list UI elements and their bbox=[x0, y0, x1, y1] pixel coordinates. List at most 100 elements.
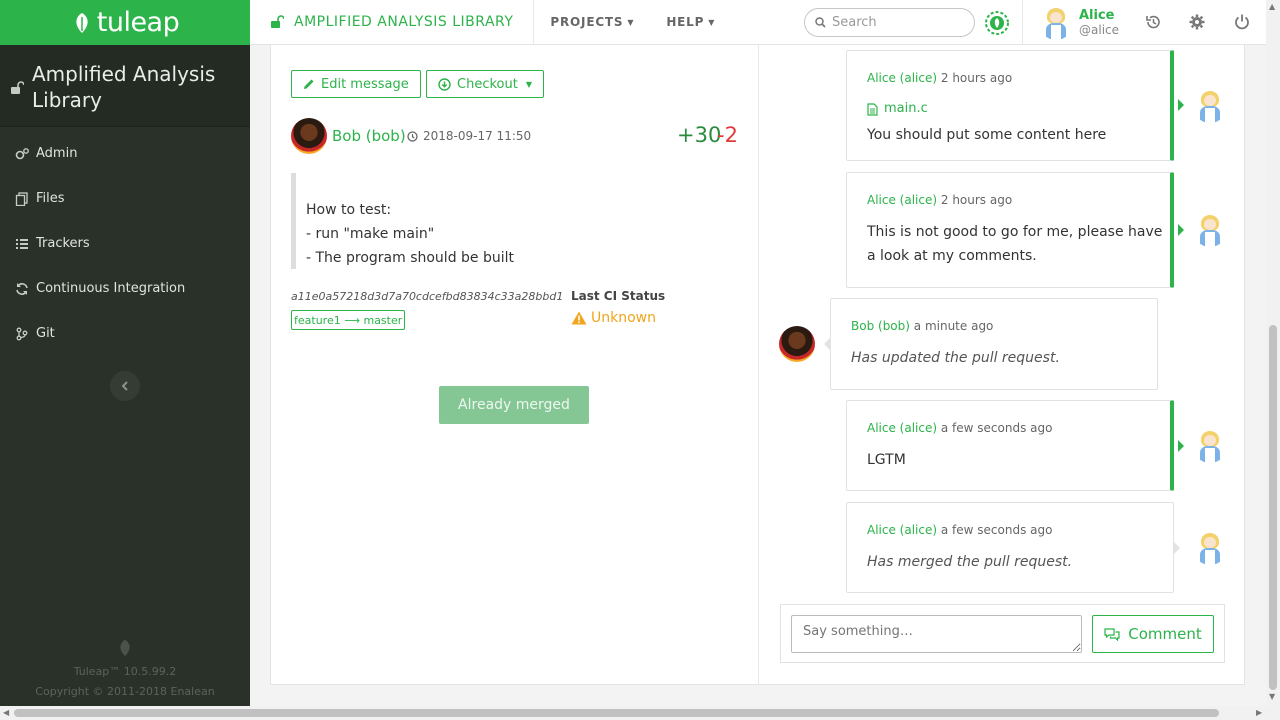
additions-count: +30 bbox=[677, 123, 722, 147]
avatar bbox=[1193, 213, 1227, 247]
comment-text: Has updated the pull request. bbox=[851, 350, 1060, 366]
pencil-icon bbox=[304, 79, 314, 89]
download-circle-icon bbox=[438, 77, 451, 91]
logo[interactable]: tuleap bbox=[0, 0, 250, 45]
caret-down-icon: ▼ bbox=[627, 17, 635, 27]
projects-menu[interactable]: PROJECTS ▼ bbox=[534, 15, 634, 29]
sidebar-item-label: Continuous Integration bbox=[36, 281, 186, 296]
comment-button[interactable]: Comment bbox=[1092, 615, 1214, 653]
sidebar-item-admin[interactable]: Admin bbox=[0, 131, 250, 176]
ci-status-text: Unknown bbox=[591, 310, 656, 326]
logout-icon[interactable] bbox=[1233, 13, 1251, 35]
logo-text: tuleap bbox=[96, 7, 180, 38]
comment-time: 2 hours ago bbox=[940, 193, 1013, 207]
comment-textarea[interactable] bbox=[791, 615, 1082, 653]
comment-pointer bbox=[1178, 440, 1184, 452]
sidebar-item-files[interactable]: Files bbox=[0, 176, 250, 221]
gears-icon bbox=[15, 147, 29, 159]
description-line: - run "make main" bbox=[306, 226, 435, 242]
edit-message-button[interactable]: Edit message bbox=[291, 70, 421, 98]
comment-header: Alice (alice) a few seconds ago bbox=[867, 523, 1052, 537]
pr-description: How to test: - run "make main" - The pro… bbox=[291, 173, 731, 269]
pull-request-panel: Edit message Checkout ▼ Bob (bob) 2018-0… bbox=[270, 45, 1245, 685]
comment-text: Has merged the pull request. bbox=[867, 554, 1073, 570]
edit-message-label: Edit message bbox=[321, 76, 409, 92]
help-menu[interactable]: HELP ▼ bbox=[634, 15, 715, 29]
comment-header: Bob (bob) a minute ago bbox=[851, 319, 993, 333]
search-placeholder: Search bbox=[832, 15, 877, 30]
avatar bbox=[1193, 89, 1227, 123]
comment-author[interactable]: Alice (alice) bbox=[867, 193, 937, 207]
scrollbar-thumb[interactable] bbox=[14, 709, 1219, 717]
sidebar-item-continuous-integration[interactable]: Continuous Integration bbox=[0, 266, 250, 311]
refresh-icon bbox=[16, 282, 28, 295]
ci-status: Unknown bbox=[571, 310, 656, 326]
pr-author[interactable]: Bob (bob) bbox=[332, 127, 406, 145]
deletions-count: -2 bbox=[717, 123, 738, 147]
comment-button-label: Comment bbox=[1128, 625, 1202, 643]
comment: Alice (alice) a few seconds ago Has merg… bbox=[846, 502, 1174, 593]
sidebar-item-git[interactable]: Git bbox=[0, 311, 250, 356]
user-menu[interactable]: Alice @alice bbox=[1022, 0, 1134, 45]
comment-text: This is not good to go for me, please ha… bbox=[867, 220, 1162, 268]
collapse-sidebar-button[interactable] bbox=[110, 371, 140, 401]
comment-author[interactable]: Alice (alice) bbox=[867, 421, 937, 435]
avatar bbox=[1193, 429, 1227, 463]
avatar bbox=[1039, 5, 1073, 40]
sidebar-footer: Tuleap™ 10.5.99.2 Copyright © 2011-2018 … bbox=[0, 638, 250, 702]
scroll-down-icon[interactable]: ▼ bbox=[1269, 692, 1275, 701]
version-text: Tuleap™ 10.5.99.2 bbox=[73, 665, 177, 678]
files-icon bbox=[15, 191, 28, 206]
comment-line: a look at my comments. bbox=[867, 248, 1037, 264]
comment-header: Alice (alice) 2 hours ago bbox=[867, 71, 1012, 85]
horizontal-scrollbar[interactable]: ◀ ▶ bbox=[0, 706, 1280, 720]
pr-date: 2018-09-17 11:50 bbox=[407, 129, 531, 143]
checkout-button[interactable]: Checkout ▼ bbox=[426, 70, 544, 98]
comment-author[interactable]: Alice (alice) bbox=[867, 523, 937, 537]
comment-author[interactable]: Alice (alice) bbox=[867, 71, 937, 85]
breadcrumb[interactable]: AMPLIFIED ANALYSIS LIBRARY bbox=[250, 0, 535, 45]
warning-icon bbox=[571, 311, 587, 325]
sidebar-item-trackers[interactable]: Trackers bbox=[0, 221, 250, 266]
list-icon bbox=[16, 238, 28, 249]
description-line: How to test: bbox=[306, 202, 392, 218]
chevron-left-icon bbox=[121, 381, 128, 391]
project-name[interactable]: Amplified Analysis Library bbox=[32, 61, 250, 113]
file-link[interactable]: main.c bbox=[867, 97, 928, 121]
comment-time: 2 hours ago bbox=[940, 71, 1013, 85]
comment-pointer bbox=[1178, 224, 1184, 236]
sidebar-item-label: Trackers bbox=[36, 236, 90, 251]
comment-header: Alice (alice) a few seconds ago bbox=[867, 421, 1052, 435]
help-menu-label: HELP bbox=[666, 15, 705, 29]
tuleap-leaf-icon bbox=[0, 638, 250, 658]
avatar bbox=[291, 118, 327, 154]
copyright-text: Copyright © 2011-2018 Enalean bbox=[35, 685, 215, 698]
comment: Alice (alice) 2 hours ago This is not go… bbox=[846, 172, 1174, 288]
avatar bbox=[1193, 531, 1227, 565]
already-merged-button: Already merged bbox=[439, 386, 589, 424]
scrollbar-thumb[interactable] bbox=[1269, 325, 1277, 690]
search-input[interactable]: Search bbox=[804, 8, 975, 37]
comment-time: a few seconds ago bbox=[940, 523, 1053, 537]
file-icon bbox=[867, 102, 878, 116]
comment: Alice (alice) a few seconds ago LGTM bbox=[846, 400, 1174, 491]
commit-sha[interactable]: a11e0a57218d3d7a70cdcefbd83834c33a28bbd1 bbox=[291, 290, 563, 303]
swarm-pulse-icon[interactable] bbox=[981, 7, 1013, 39]
avatar bbox=[779, 326, 815, 362]
user-login: @alice bbox=[1079, 23, 1120, 37]
reply-box: Comment bbox=[780, 604, 1225, 663]
tuleap-leaf-icon bbox=[76, 12, 88, 33]
sidebar-item-label: Files bbox=[36, 191, 65, 206]
comment-author[interactable]: Bob (bob) bbox=[851, 319, 910, 333]
scroll-left-icon[interactable]: ◀ bbox=[3, 708, 9, 717]
comment-pointer bbox=[1178, 99, 1184, 111]
comment-time: a few seconds ago bbox=[940, 421, 1053, 435]
branch-badge: feature1 ⟶ master bbox=[291, 310, 406, 330]
scroll-right-icon[interactable]: ▶ bbox=[1256, 708, 1262, 717]
clock-icon bbox=[407, 130, 418, 142]
history-icon[interactable] bbox=[1144, 13, 1162, 35]
scroll-up-icon[interactable]: ▲ bbox=[1269, 2, 1275, 11]
vertical-scrollbar[interactable]: ▲ ▼ bbox=[1266, 0, 1280, 705]
gear-icon[interactable] bbox=[1188, 13, 1206, 35]
unlock-icon bbox=[10, 81, 25, 99]
